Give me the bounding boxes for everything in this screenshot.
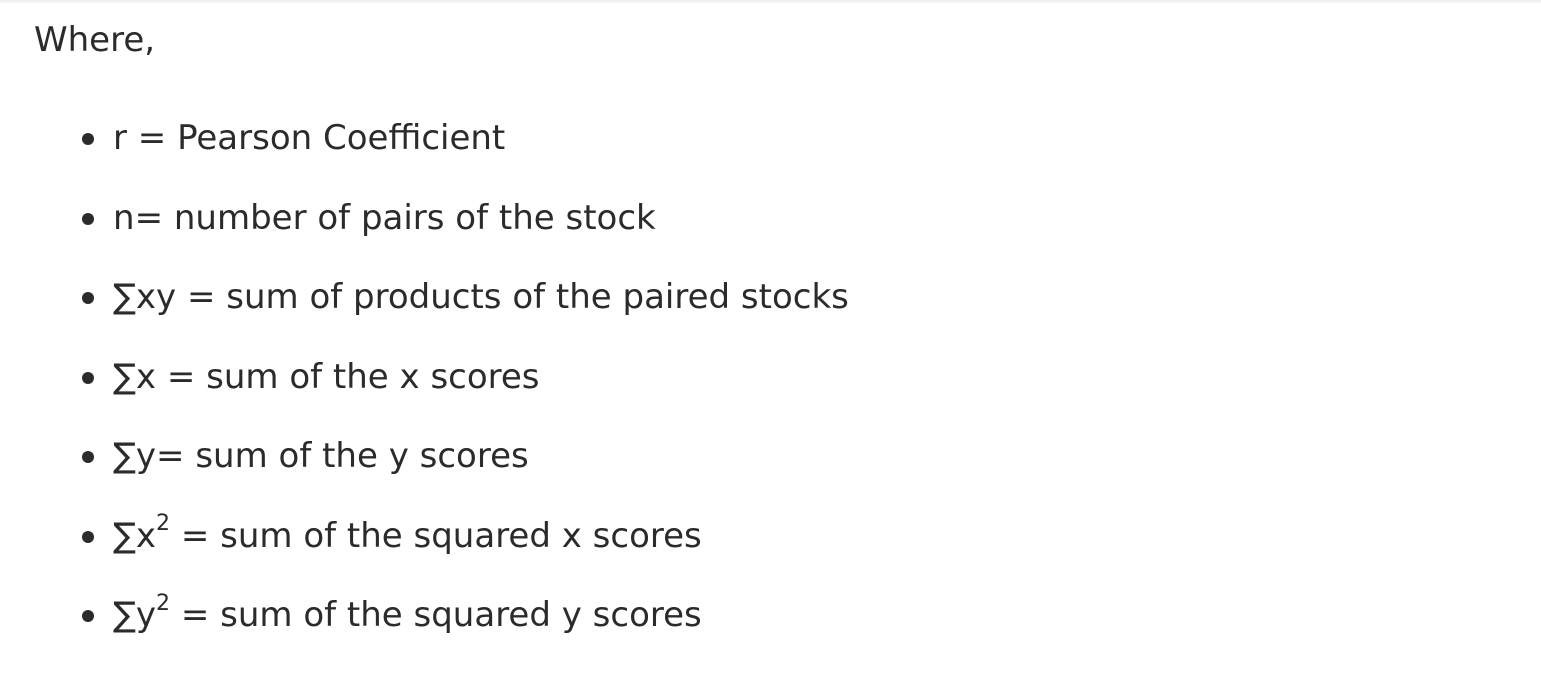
definition-symbol: n <box>113 198 135 238</box>
definition-meaning: sum of the y scores <box>195 436 529 476</box>
definition-text: ∑xy = sum of products of the paired stoc… <box>113 275 849 319</box>
definition-text: ∑x2 = sum of the squared x scores <box>113 513 702 558</box>
symbol-base: ∑x <box>113 515 157 556</box>
symbol-base: ∑xy <box>113 277 177 317</box>
bullet-icon <box>82 133 94 145</box>
bullet-icon <box>82 451 94 463</box>
definition-separator: = <box>156 356 207 397</box>
symbol-superscript: 2 <box>156 511 171 537</box>
definition-symbol: ∑x <box>113 357 156 397</box>
definition-meaning: sum of the x scores <box>206 356 540 397</box>
symbol-base: n <box>113 197 135 238</box>
definition-symbol: ∑x2 <box>113 513 170 556</box>
definition-separator: = <box>170 595 221 635</box>
definition-text: ∑y2 = sum of the squared y scores <box>113 592 702 637</box>
definition-symbol: ∑xy <box>113 277 176 317</box>
definition-text: ∑y= sum of the y scores <box>113 434 529 478</box>
definition-symbol: r <box>113 118 127 158</box>
symbol-superscript: 2 <box>156 590 171 616</box>
symbol-base: ∑x <box>113 356 157 397</box>
definition-symbol: ∑y2 <box>113 592 170 635</box>
definition-symbol: ∑y <box>113 436 156 476</box>
intro-text: Where, <box>34 20 156 60</box>
definition-separator: = <box>176 277 227 317</box>
definition-meaning: Pearson Coefficient <box>177 118 506 158</box>
bullet-icon <box>82 371 94 384</box>
bullet-icon <box>82 610 94 622</box>
bullet-icon <box>82 212 94 225</box>
top-divider <box>0 0 1541 3</box>
definition-meaning: number of pairs of the stock <box>173 197 656 238</box>
definition-text: n= number of pairs of the stock <box>113 196 656 240</box>
symbol-base: r <box>113 118 127 158</box>
bullet-icon <box>82 292 94 304</box>
definition-separator: = <box>134 197 174 238</box>
bullet-icon <box>82 530 94 543</box>
definition-meaning: sum of products of the paired stocks <box>226 277 849 317</box>
definition-text: ∑x = sum of the x scores <box>113 355 540 399</box>
definition-separator: = <box>156 436 196 476</box>
definition-meaning: sum of the squared y scores <box>220 595 702 635</box>
definition-meaning: sum of the squared x scores <box>220 515 702 556</box>
definition-text: r = Pearson Coefficient <box>113 116 505 160</box>
symbol-base: ∑y <box>113 436 157 476</box>
definition-separator: = <box>126 118 178 158</box>
symbol-base: ∑y <box>113 595 157 635</box>
definition-separator: = <box>170 515 221 556</box>
